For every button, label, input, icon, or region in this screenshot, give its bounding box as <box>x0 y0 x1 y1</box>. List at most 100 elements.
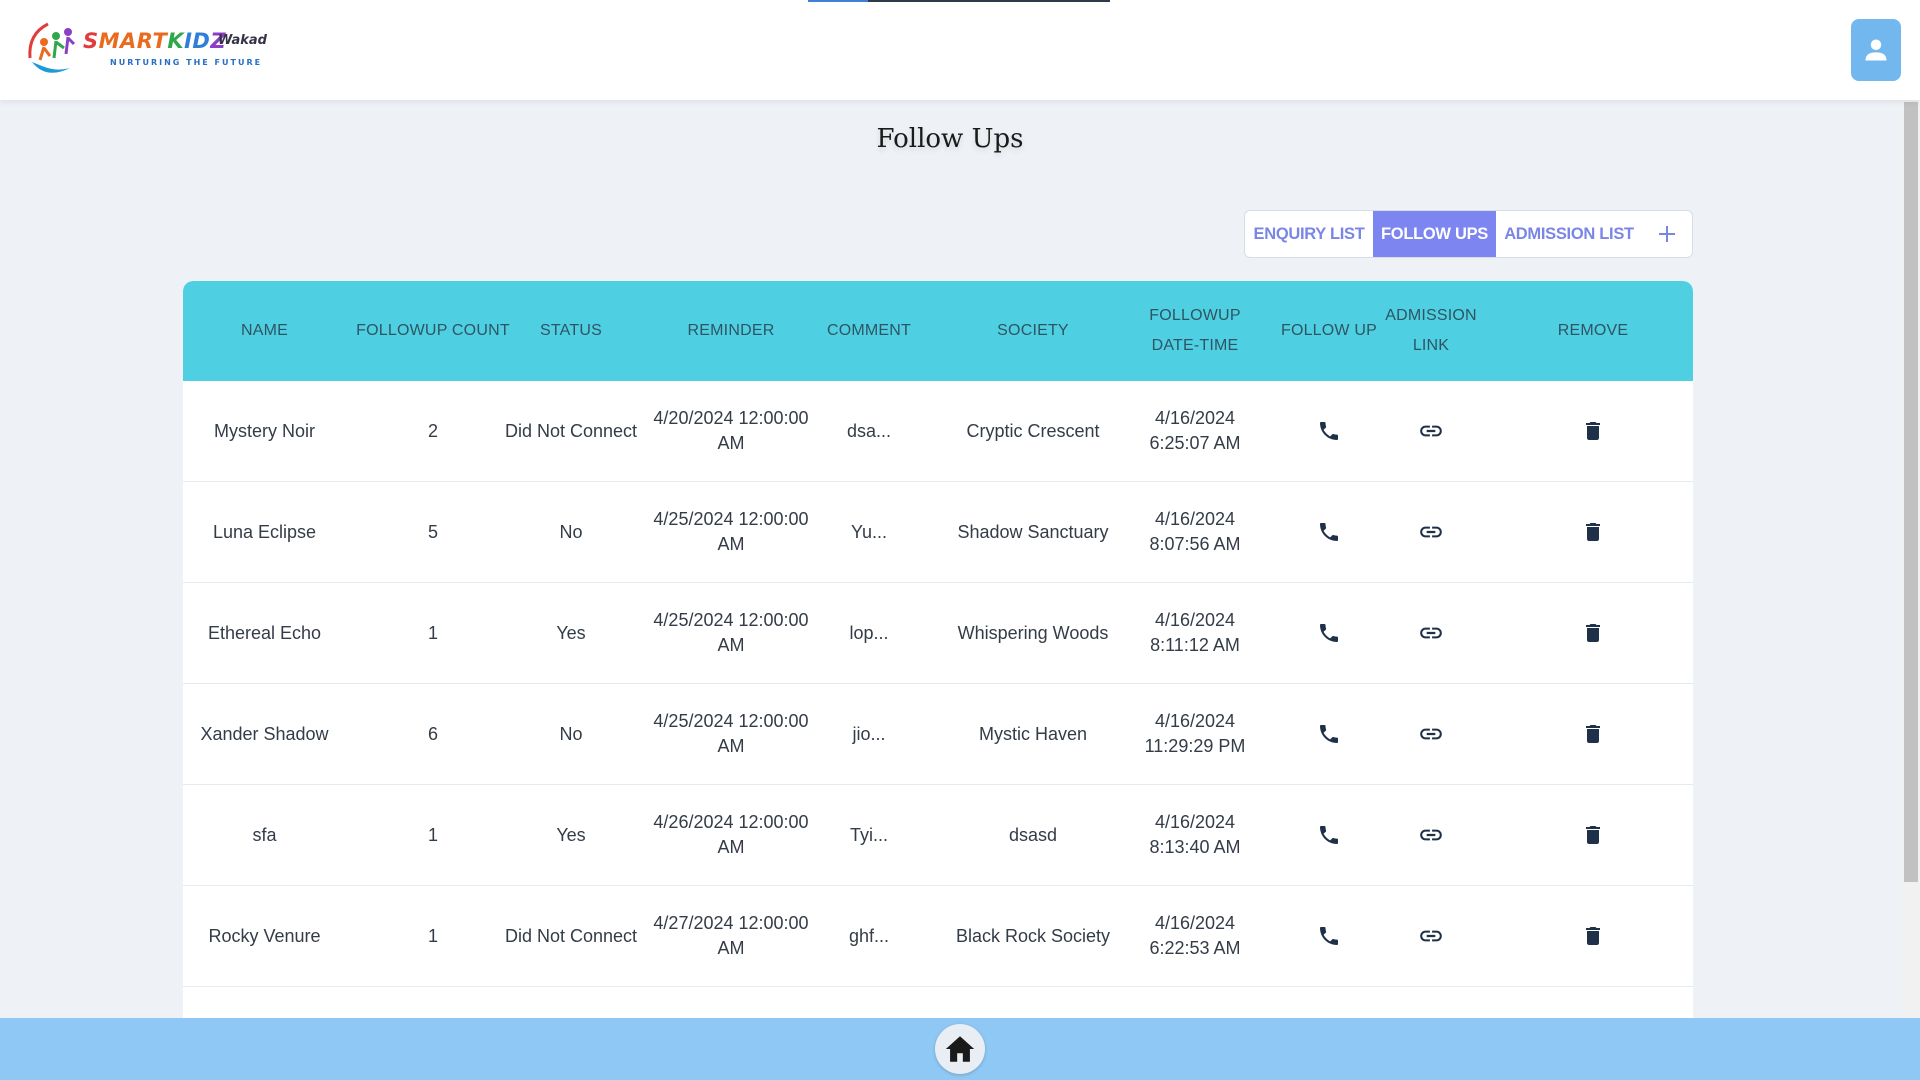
comment-cell: lop... <box>849 622 889 643</box>
link-icon <box>1420 627 1442 639</box>
link-icon <box>1420 930 1442 942</box>
society-cell: dsasd <box>1008 824 1058 845</box>
comment-cell: Tyi... <box>849 824 888 845</box>
reminder-cell: 4/27/2024 12:00:00 AM <box>653 913 809 958</box>
link-icon <box>1420 425 1442 437</box>
admission-link-button[interactable] <box>1365 381 1497 481</box>
phone-icon <box>1320 826 1338 844</box>
comment-cell: Yu... <box>850 521 888 542</box>
tab-enquiry-list[interactable]: ENQUIRY LIST <box>1245 211 1373 257</box>
phone-icon <box>1320 927 1338 945</box>
col-followup-datetime-header: FOLLOWUP DATE-TIME <box>1149 307 1241 354</box>
reminder-cell: 4/25/2024 12:00:00 AM <box>653 610 809 655</box>
society-cell: Whispering Woods <box>957 622 1109 643</box>
remove-button[interactable] <box>1493 886 1693 986</box>
followup-datetime-cell: 4/16/2024 11:29:29 PM <box>1144 711 1246 756</box>
remove-button[interactable] <box>1493 482 1693 582</box>
remove-button[interactable] <box>1493 785 1693 885</box>
col-reminder-header: REMINDER <box>687 322 775 339</box>
table-row: Rocky Venure 1 Did Not Connect 4/27/2024 12… <box>183 886 1693 987</box>
followup-datetime-cell: 4/16/2024 8:07:56 AM <box>1149 509 1241 554</box>
phone-icon <box>1320 624 1338 642</box>
followup-count-cell: 2 <box>427 420 438 441</box>
top-navbar: SMARTKIDZ Wakad NURTURING THE FUTURE <box>0 0 1920 100</box>
followup-datetime-cell: 4/16/2024 8:13:40 AM <box>1149 812 1241 857</box>
admission-link-button[interactable] <box>1365 684 1497 784</box>
society-cell: Cryptic Crescent <box>966 420 1100 441</box>
brand-logo[interactable]: SMARTKIDZ Wakad NURTURING THE FUTURE <box>26 20 276 80</box>
trash-icon <box>1586 725 1600 743</box>
page-scrollbar[interactable] <box>1902 100 1920 1018</box>
status-cell: No <box>559 521 583 542</box>
followup-count-cell: 1 <box>427 925 438 946</box>
phone-icon <box>1320 422 1338 440</box>
name-cell: Ethereal Echo <box>207 622 322 643</box>
reminder-cell: 4/25/2024 12:00:00 AM <box>653 711 809 756</box>
tab-admission-list[interactable]: ADMISSION LIST <box>1496 211 1642 257</box>
name-cell: sfa <box>252 824 277 845</box>
link-icon <box>1420 829 1442 841</box>
status-cell: Yes <box>556 622 586 643</box>
followup-count-cell: 1 <box>427 622 438 643</box>
reminder-cell: 4/20/2024 12:00:00 AM <box>653 408 809 453</box>
admission-link-button[interactable] <box>1365 583 1497 683</box>
name-cell: Mystery Noir <box>213 420 315 441</box>
reminder-cell: 4/25/2024 12:00:00 AM <box>653 509 809 554</box>
status-cell: No <box>559 723 583 744</box>
admission-link-button[interactable] <box>1365 482 1497 582</box>
trash-icon <box>1586 422 1600 440</box>
status-cell: Did Not Connect <box>504 420 638 441</box>
top-progress-bar <box>808 0 1110 2</box>
admission-link-button[interactable] <box>1365 785 1497 885</box>
table-row-partial <box>183 987 1693 1018</box>
home-button[interactable] <box>935 1024 985 1074</box>
table-header: NAME FOLLOWUP COUNT STATUS REMINDER COMMENT S… <box>183 281 1693 381</box>
home-icon <box>945 1036 975 1062</box>
followup-datetime-cell: 4/16/2024 8:11:12 AM <box>1150 610 1240 655</box>
col-status-header: STATUS <box>540 322 602 339</box>
society-cell: Black Rock Society <box>955 925 1111 946</box>
col-followup-count-header: FOLLOWUP COUNT <box>356 322 510 339</box>
link-icon <box>1420 728 1442 740</box>
remove-button[interactable] <box>1493 381 1693 481</box>
society-cell: Shadow Sanctuary <box>957 521 1109 542</box>
brand-tagline: NURTURING THE FUTURE <box>110 58 263 67</box>
status-cell: Yes <box>556 824 586 845</box>
name-cell: Rocky Venure <box>208 925 321 946</box>
followup-count-cell: 5 <box>427 521 438 542</box>
table-row: Xander Shadow 6 No 4/25/2024 12:00:00 AM jio… <box>183 684 1693 785</box>
remove-button[interactable] <box>1493 583 1693 683</box>
brand-location: Wakad <box>218 33 267 48</box>
col-name-header: NAME <box>240 322 289 339</box>
user-icon <box>1865 39 1887 61</box>
phone-icon <box>1320 725 1338 743</box>
admission-link-button[interactable] <box>1365 886 1497 986</box>
user-profile-button[interactable] <box>1851 19 1901 81</box>
tab-follow-ups[interactable]: FOLLOW UPS <box>1373 211 1496 257</box>
trash-icon <box>1586 927 1600 945</box>
col-society-header: SOCIETY <box>997 322 1069 339</box>
reminder-cell: 4/26/2024 12:00:00 AM <box>653 812 809 857</box>
remove-button[interactable] <box>1493 684 1693 784</box>
col-comment-header: COMMENT <box>826 322 912 339</box>
add-button[interactable] <box>1642 211 1692 257</box>
trash-icon <box>1586 624 1600 642</box>
phone-icon <box>1320 523 1338 541</box>
col-remove-header: REMOVE <box>1557 322 1629 339</box>
table-row: Mystery Noir 2 Did Not Connect 4/20/2024 12… <box>183 381 1693 482</box>
kids-logo-icon <box>28 22 76 73</box>
name-cell: Xander Shadow <box>200 723 329 744</box>
scrollbar-thumb[interactable] <box>1904 102 1918 882</box>
plus-icon <box>1659 226 1675 242</box>
bottom-navbar <box>0 1018 1920 1080</box>
comment-cell: jio... <box>852 723 886 744</box>
trash-icon <box>1586 826 1600 844</box>
followup-datetime-cell: 4/16/2024 6:22:53 AM <box>1149 913 1241 958</box>
col-admission-link-header: ADMISSION LINK <box>1385 307 1477 354</box>
link-icon <box>1420 526 1442 538</box>
followups-table: NAME FOLLOWUP COUNT STATUS REMINDER COMMENT S… <box>183 281 1693 1018</box>
trash-icon <box>1586 523 1600 541</box>
table-row: Ethereal Echo 1 Yes 4/25/2024 12:00:00 AM lo… <box>183 583 1693 684</box>
followup-datetime-cell: 4/16/2024 6:25:07 AM <box>1149 408 1241 453</box>
comment-cell: dsa... <box>846 420 892 441</box>
